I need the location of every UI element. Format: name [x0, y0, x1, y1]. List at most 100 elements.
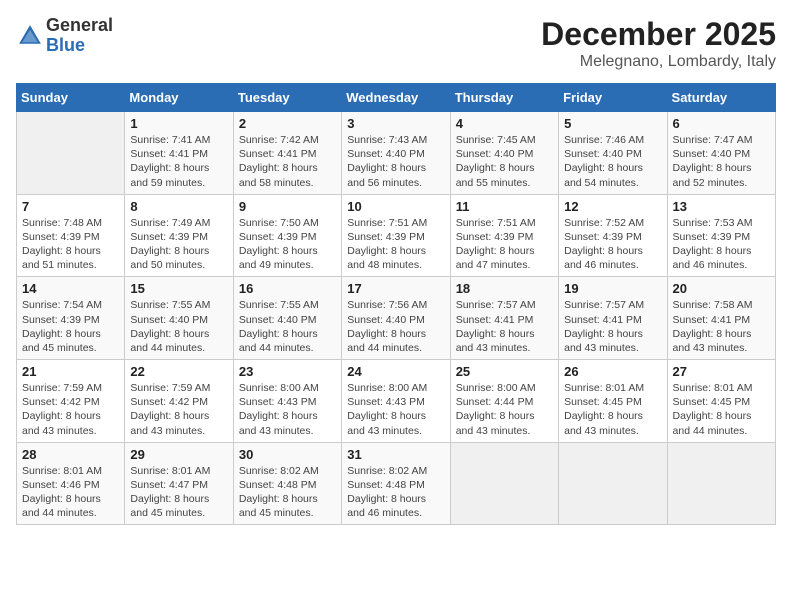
- calendar-cell: 1Sunrise: 7:41 AMSunset: 4:41 PMDaylight…: [125, 112, 233, 195]
- calendar-cell: 17Sunrise: 7:56 AMSunset: 4:40 PMDayligh…: [342, 277, 450, 360]
- calendar-cell: [450, 442, 558, 525]
- day-info: Sunrise: 7:52 AMSunset: 4:39 PMDaylight:…: [564, 216, 661, 273]
- day-number: 10: [347, 199, 444, 214]
- calendar-cell: 18 Sunrise: 7:57 AMSunset: 4:41 PMDayligh…: [450, 277, 558, 360]
- calendar-cell: 13Sunrise: 7:53 AMSunset: 4:39 PMDayligh…: [667, 194, 775, 277]
- day-number: 2: [239, 116, 336, 131]
- calendar-week-row: 1Sunrise: 7:41 AMSunset: 4:41 PMDaylight…: [17, 112, 776, 195]
- day-info: Sunrise: 7:42 AMSunset: 4:41 PMDaylight:…: [239, 133, 336, 190]
- calendar-cell: 24Sunrise: 8:00 AMSunset: 4:43 PMDayligh…: [342, 360, 450, 443]
- day-info: Sunrise: 7:41 AMSunset: 4:41 PMDaylight:…: [130, 133, 227, 190]
- title-area: December 2025 Melegnano, Lombardy, Italy: [541, 16, 776, 71]
- logo-icon: [16, 22, 44, 50]
- weekday-header-monday: Monday: [125, 84, 233, 112]
- day-number: 8: [130, 199, 227, 214]
- day-info: Sunrise: 8:02 AMSunset: 4:48 PMDaylight:…: [239, 464, 336, 521]
- day-number: 14: [22, 281, 119, 296]
- day-info: Sunrise: 7:59 AMSunset: 4:42 PMDaylight:…: [130, 381, 227, 438]
- calendar-cell: 5 Sunrise: 7:46 AMSunset: 4:40 PMDaylight…: [559, 112, 667, 195]
- day-number: 11: [456, 199, 553, 214]
- day-info: Sunrise: 7:45 AMSunset: 4:40 PMDaylight:…: [456, 133, 553, 190]
- day-info: Sunrise: 7:43 AMSunset: 4:40 PMDaylight:…: [347, 133, 444, 190]
- day-number: 23: [239, 364, 336, 379]
- day-info: Sunrise: 8:01 AMSunset: 4:46 PMDaylight:…: [22, 464, 119, 521]
- day-info: Sunrise: 8:00 AMSunset: 4:44 PMDaylight:…: [456, 381, 553, 438]
- day-info: Sunrise: 7:50 AMSunset: 4:39 PMDaylight:…: [239, 216, 336, 273]
- calendar-cell: 29Sunrise: 8:01 AMSunset: 4:47 PMDayligh…: [125, 442, 233, 525]
- day-number: 4: [456, 116, 553, 131]
- calendar-cell: 30 Sunrise: 8:02 AMSunset: 4:48 PMDayligh…: [233, 442, 341, 525]
- logo-general: General: [46, 16, 113, 36]
- calendar-week-row: 21Sunrise: 7:59 AMSunset: 4:42 PMDayligh…: [17, 360, 776, 443]
- day-number: 30: [239, 447, 336, 462]
- month-title: December 2025: [541, 16, 776, 53]
- calendar-cell: 21Sunrise: 7:59 AMSunset: 4:42 PMDayligh…: [17, 360, 125, 443]
- calendar-cell: 23 Sunrise: 8:00 AMSunset: 4:43 PMDayligh…: [233, 360, 341, 443]
- page-header: General Blue December 2025 Melegnano, Lo…: [16, 16, 776, 71]
- day-info: Sunrise: 8:02 AMSunset: 4:48 PMDaylight:…: [347, 464, 444, 521]
- calendar-cell: 11 Sunrise: 7:51 AMSunset: 4:39 PMDayligh…: [450, 194, 558, 277]
- weekday-header-friday: Friday: [559, 84, 667, 112]
- day-number: 12: [564, 199, 661, 214]
- day-info: Sunrise: 7:46 AMSunset: 4:40 PMDaylight:…: [564, 133, 661, 190]
- day-info: Sunrise: 7:48 AMSunset: 4:39 PMDaylight:…: [22, 216, 119, 273]
- calendar-cell: 9 Sunrise: 7:50 AMSunset: 4:39 PMDaylight…: [233, 194, 341, 277]
- calendar-cell: 2 Sunrise: 7:42 AMSunset: 4:41 PMDaylight…: [233, 112, 341, 195]
- weekday-header-tuesday: Tuesday: [233, 84, 341, 112]
- day-number: 7: [22, 199, 119, 214]
- day-number: 29: [130, 447, 227, 462]
- calendar-cell: 20 Sunrise: 7:58 AMSunset: 4:41 PMDayligh…: [667, 277, 775, 360]
- day-info: Sunrise: 7:51 AMSunset: 4:39 PMDaylight:…: [456, 216, 553, 273]
- calendar-cell: 26Sunrise: 8:01 AMSunset: 4:45 PMDayligh…: [559, 360, 667, 443]
- calendar-cell: 28 Sunrise: 8:01 AMSunset: 4:46 PMDayligh…: [17, 442, 125, 525]
- day-info: Sunrise: 8:01 AMSunset: 4:45 PMDaylight:…: [673, 381, 770, 438]
- day-info: Sunrise: 7:54 AMSunset: 4:39 PMDaylight:…: [22, 298, 119, 355]
- day-number: 5: [564, 116, 661, 131]
- weekday-header-wednesday: Wednesday: [342, 84, 450, 112]
- day-info: Sunrise: 7:55 AMSunset: 4:40 PMDaylight:…: [130, 298, 227, 355]
- day-number: 17: [347, 281, 444, 296]
- calendar-cell: 6Sunrise: 7:47 AMSunset: 4:40 PMDaylight…: [667, 112, 775, 195]
- day-number: 15: [130, 281, 227, 296]
- day-info: Sunrise: 7:51 AMSunset: 4:39 PMDaylight:…: [347, 216, 444, 273]
- day-info: Sunrise: 7:57 AMSunset: 4:41 PMDaylight:…: [564, 298, 661, 355]
- calendar-cell: 14 Sunrise: 7:54 AMSunset: 4:39 PMDayligh…: [17, 277, 125, 360]
- calendar-cell: 31Sunrise: 8:02 AMSunset: 4:48 PMDayligh…: [342, 442, 450, 525]
- calendar-cell: 8Sunrise: 7:49 AMSunset: 4:39 PMDaylight…: [125, 194, 233, 277]
- day-number: 18: [456, 281, 553, 296]
- calendar-cell: 22 Sunrise: 7:59 AMSunset: 4:42 PMDayligh…: [125, 360, 233, 443]
- day-number: 25: [456, 364, 553, 379]
- calendar-cell: 12 Sunrise: 7:52 AMSunset: 4:39 PMDayligh…: [559, 194, 667, 277]
- calendar-cell: 7 Sunrise: 7:48 AMSunset: 4:39 PMDaylight…: [17, 194, 125, 277]
- day-info: Sunrise: 8:00 AMSunset: 4:43 PMDaylight:…: [347, 381, 444, 438]
- day-info: Sunrise: 7:47 AMSunset: 4:40 PMDaylight:…: [673, 133, 770, 190]
- day-number: 26: [564, 364, 661, 379]
- weekday-header-sunday: Sunday: [17, 84, 125, 112]
- day-number: 27: [673, 364, 770, 379]
- day-info: Sunrise: 7:59 AMSunset: 4:42 PMDaylight:…: [22, 381, 119, 438]
- calendar-cell: 10 Sunrise: 7:51 AMSunset: 4:39 PMDayligh…: [342, 194, 450, 277]
- calendar-cell: 15 Sunrise: 7:55 AMSunset: 4:40 PMDayligh…: [125, 277, 233, 360]
- day-number: 20: [673, 281, 770, 296]
- calendar-week-row: 14 Sunrise: 7:54 AMSunset: 4:39 PMDayligh…: [17, 277, 776, 360]
- calendar-header-row: SundayMondayTuesdayWednesdayThursdayFrid…: [17, 84, 776, 112]
- logo-blue: Blue: [46, 36, 113, 56]
- day-number: 19: [564, 281, 661, 296]
- day-info: Sunrise: 7:58 AMSunset: 4:41 PMDaylight:…: [673, 298, 770, 355]
- logo-text: General Blue: [46, 16, 113, 56]
- calendar-cell: 4 Sunrise: 7:45 AMSunset: 4:40 PMDaylight…: [450, 112, 558, 195]
- calendar-cell: 27 Sunrise: 8:01 AMSunset: 4:45 PMDayligh…: [667, 360, 775, 443]
- calendar-cell: 3 Sunrise: 7:43 AMSunset: 4:40 PMDaylight…: [342, 112, 450, 195]
- day-number: 22: [130, 364, 227, 379]
- day-info: Sunrise: 7:53 AMSunset: 4:39 PMDaylight:…: [673, 216, 770, 273]
- day-number: 16: [239, 281, 336, 296]
- calendar-cell: 16Sunrise: 7:55 AMSunset: 4:40 PMDayligh…: [233, 277, 341, 360]
- day-number: 28: [22, 447, 119, 462]
- calendar-cell: [17, 112, 125, 195]
- day-number: 3: [347, 116, 444, 131]
- day-info: Sunrise: 7:57 AMSunset: 4:41 PMDaylight:…: [456, 298, 553, 355]
- day-info: Sunrise: 8:00 AMSunset: 4:43 PMDaylight:…: [239, 381, 336, 438]
- calendar-week-row: 28 Sunrise: 8:01 AMSunset: 4:46 PMDayligh…: [17, 442, 776, 525]
- weekday-header-thursday: Thursday: [450, 84, 558, 112]
- day-number: 9: [239, 199, 336, 214]
